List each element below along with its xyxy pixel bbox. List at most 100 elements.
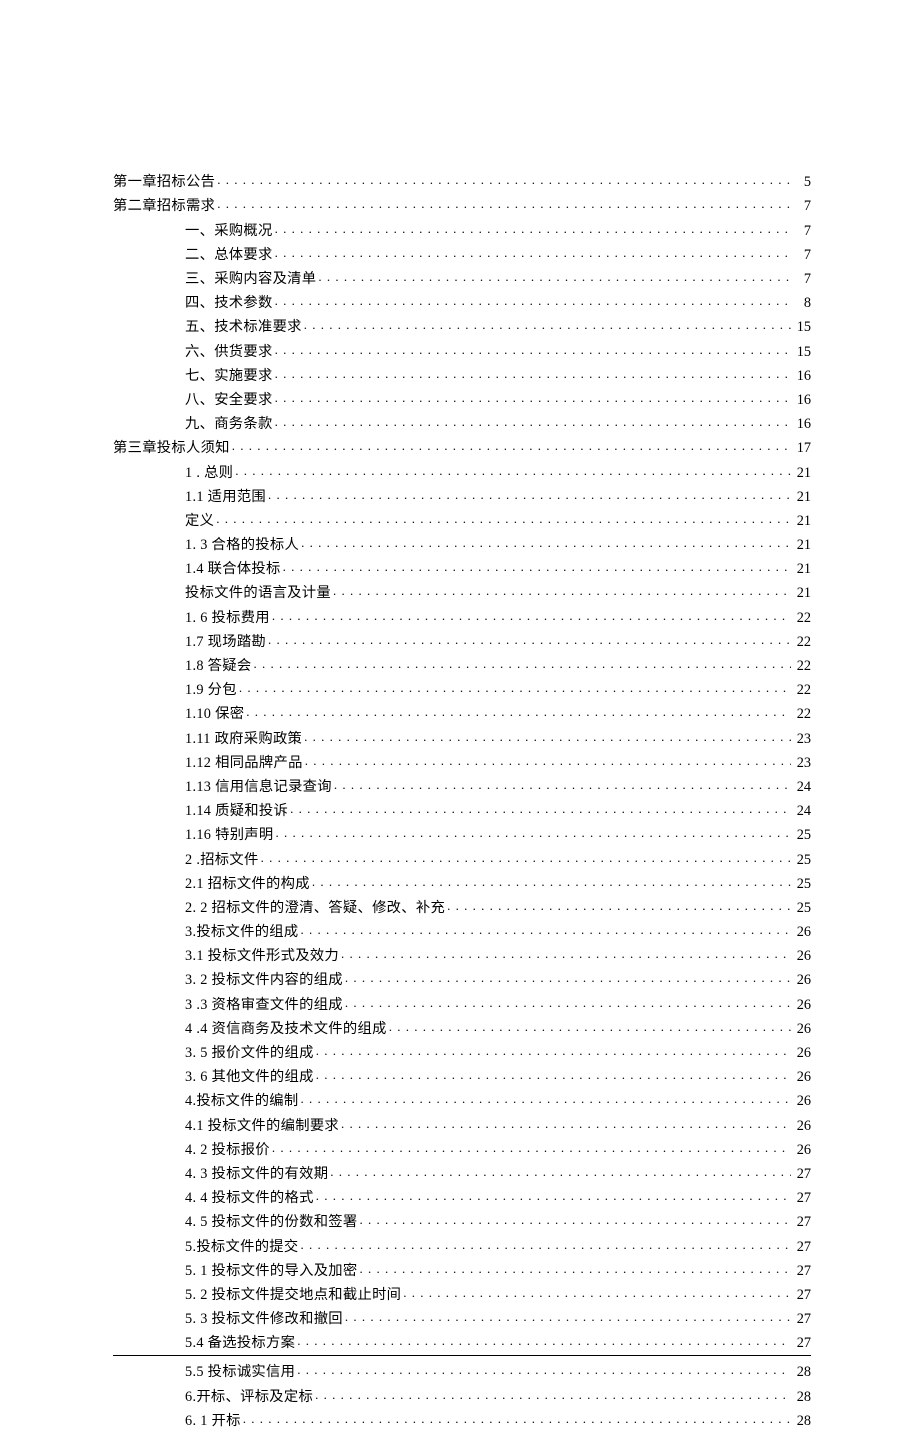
- toc-entry-label: 五、技术标准要求: [185, 320, 302, 334]
- toc-entry-page: 27: [793, 1288, 811, 1302]
- toc-entry[interactable]: 5. 2 投标文件提交地点和截止时间27: [113, 1285, 811, 1303]
- table-of-contents: 第一章招标公告5 第二章招标需求7 一、采购概况7 二、总体要求7 三、采购内容及清单7…: [113, 172, 811, 1428]
- toc-entry-page: 26: [793, 1070, 811, 1084]
- toc-entry[interactable]: 6. 1 开标28: [113, 1411, 811, 1429]
- toc-entry[interactable]: 3.1 投标文件形式及效力26: [113, 946, 811, 964]
- toc-leader-dots: [275, 341, 791, 355]
- toc-entry-page: 7: [793, 272, 811, 286]
- toc-entry[interactable]: 1.8 答疑会 22: [113, 656, 811, 674]
- toc-entry-label: 5.投标文件的提交: [185, 1240, 299, 1254]
- toc-entry[interactable]: 1.13 信用信息记录查询24: [113, 777, 811, 795]
- toc-entry[interactable]: 一、采购概况7: [113, 220, 811, 238]
- toc-entry[interactable]: 第三章投标人须知17: [113, 438, 811, 456]
- toc-entry[interactable]: 1.9 分包22: [113, 680, 811, 698]
- toc-leader-dots: [301, 535, 791, 549]
- toc-entry-label: 九、商务条款: [185, 417, 273, 431]
- toc-entry[interactable]: 5. 3 投标文件修改和撤回27: [113, 1309, 811, 1327]
- toc-leader-dots: [315, 1386, 791, 1400]
- toc-entry-page: 23: [793, 732, 811, 746]
- toc-leader-dots: [217, 196, 791, 210]
- toc-entry[interactable]: 九、商务条款16: [113, 414, 811, 432]
- toc-leader-dots: [305, 753, 791, 767]
- toc-entry[interactable]: 3. 2 投标文件内容的组成26: [113, 970, 811, 988]
- toc-entry-page: 16: [793, 369, 811, 383]
- document-page: 第一章招标公告5 第二章招标需求7 一、采购概况7 二、总体要求7 三、采购内容及清单7…: [0, 0, 920, 1428]
- toc-entry[interactable]: 4.1 投标文件的编制要求26: [113, 1115, 811, 1133]
- toc-entry[interactable]: 1 . 总则21: [113, 462, 811, 480]
- toc-entry[interactable]: 1.1 适用范围21: [113, 486, 811, 504]
- toc-entry[interactable]: 4. 3 投标文件的有效期27: [113, 1164, 811, 1182]
- toc-entry[interactable]: 三、采购内容及清单7: [113, 269, 811, 287]
- toc-entry-page: 21: [793, 538, 811, 552]
- toc-entry-label: 3. 6 其他文件的组成: [185, 1070, 314, 1084]
- toc-entry[interactable]: 3.投标文件的组成26: [113, 922, 811, 940]
- toc-entry[interactable]: 5.4 备选投标方案27: [113, 1333, 811, 1356]
- toc-entry[interactable]: 2. 2 招标文件的澄清、答疑、修改、补充25: [113, 898, 811, 916]
- toc-leader-dots: [345, 1309, 791, 1323]
- toc-entry[interactable]: 1.4 联合体投标21: [113, 559, 811, 577]
- toc-entry[interactable]: 1.14 质疑和投诉24: [113, 801, 811, 819]
- toc-entry[interactable]: 八、安全要求16: [113, 390, 811, 408]
- toc-entry-label: 1.10 保密: [185, 707, 244, 721]
- toc-entry[interactable]: 4. 4 投标文件的格式27: [113, 1188, 811, 1206]
- toc-entry[interactable]: 1. 6 投标费用22: [113, 607, 811, 625]
- toc-leader-dots: [301, 1091, 792, 1105]
- toc-entry[interactable]: 1. 3 合格的投标人 21: [113, 535, 811, 553]
- toc-entry-label: 1.1 适用范围: [185, 490, 266, 504]
- toc-leader-dots: [297, 1333, 791, 1347]
- toc-entry-label: 3. 5 报价文件的组成: [185, 1046, 314, 1060]
- toc-entry[interactable]: 4. 5 投标文件的份数和签署27: [113, 1212, 811, 1230]
- toc-entry[interactable]: 4.投标文件的编制26: [113, 1091, 811, 1109]
- toc-leader-dots: [275, 366, 791, 380]
- toc-entry[interactable]: 3. 6 其他文件的组成 26: [113, 1067, 811, 1085]
- toc-entry[interactable]: 2.1 招标文件的构成25: [113, 873, 811, 891]
- toc-entry[interactable]: 定义21: [113, 511, 811, 529]
- toc-leader-dots: [341, 946, 791, 960]
- toc-entry[interactable]: 1.12 相同品牌产品23: [113, 753, 811, 771]
- toc-entry[interactable]: 3 .3 资格审查文件的组成26: [113, 994, 811, 1012]
- toc-entry[interactable]: 6.开标、评标及定标28: [113, 1386, 811, 1404]
- toc-entry[interactable]: 第一章招标公告5: [113, 172, 811, 190]
- toc-entry[interactable]: 五、技术标准要求 15: [113, 317, 811, 335]
- toc-entry[interactable]: 1.16 特别声明25: [113, 825, 811, 843]
- toc-leader-dots: [316, 1188, 791, 1202]
- toc-entry[interactable]: 4. 2 投标报价26: [113, 1140, 811, 1158]
- toc-entry-page: 22: [793, 683, 811, 697]
- toc-entry[interactable]: 5. 1 投标文件的导入及加密27: [113, 1260, 811, 1278]
- toc-entry[interactable]: 1.11 政府采购政策23: [113, 728, 811, 746]
- toc-leader-dots: [447, 898, 791, 912]
- toc-entry-label: 1.16 特别声明: [185, 828, 273, 842]
- toc-entry[interactable]: 四、技术参数8: [113, 293, 811, 311]
- toc-leader-dots: [253, 656, 791, 670]
- toc-entry[interactable]: 5.投标文件的提交27: [113, 1236, 811, 1254]
- toc-entry-label: 5.4 备选投标方案: [185, 1336, 295, 1350]
- toc-entry[interactable]: 3. 5 报价文件的组成26: [113, 1043, 811, 1061]
- toc-leader-dots: [239, 680, 791, 694]
- toc-entry-page: 15: [793, 320, 811, 334]
- toc-entry-page: 16: [793, 393, 811, 407]
- toc-entry[interactable]: 七、实施要求16: [113, 366, 811, 384]
- toc-entry-page: 22: [793, 707, 811, 721]
- toc-entry-label: 1.8 答疑会: [185, 659, 251, 673]
- toc-entry-page: 22: [793, 659, 811, 673]
- toc-entry[interactable]: 第二章招标需求7: [113, 196, 811, 214]
- toc-entry-page: 27: [793, 1215, 811, 1229]
- toc-entry[interactable]: 1.10 保密 22: [113, 704, 811, 722]
- toc-entry-page: 25: [793, 901, 811, 915]
- toc-entry-label: 1. 3 合格的投标人: [185, 538, 299, 552]
- toc-entry-page: 25: [793, 877, 811, 891]
- toc-entry-page: 7: [793, 248, 811, 262]
- toc-entry[interactable]: 二、总体要求7: [113, 245, 811, 263]
- toc-entry[interactable]: 5.5 投标诚实信用28: [113, 1362, 811, 1380]
- toc-entry[interactable]: 投标文件的语言及计量21: [113, 583, 811, 601]
- toc-entry-page: 27: [793, 1312, 811, 1326]
- toc-entry-page: 7: [793, 199, 811, 213]
- toc-entry[interactable]: 六、供货要求15: [113, 341, 811, 359]
- toc-entry[interactable]: 1.7 现场踏勘22: [113, 632, 811, 650]
- toc-leader-dots: [261, 849, 791, 863]
- toc-entry[interactable]: 2 .招标文件25: [113, 849, 811, 867]
- toc-entry[interactable]: 4 .4 资信商务及技术文件的组成26: [113, 1019, 811, 1037]
- toc-entry-label: 1 . 总则: [185, 466, 233, 480]
- toc-entry-page: 21: [793, 562, 811, 576]
- toc-entry-page: 28: [793, 1365, 811, 1379]
